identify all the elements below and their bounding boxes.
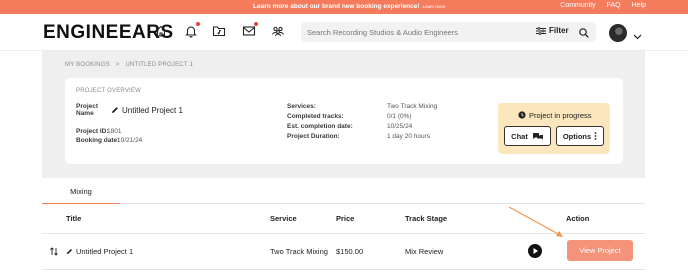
header-service: Service [270, 214, 297, 223]
project-duration-label: Project Duration: [287, 133, 340, 140]
bell-icon[interactable] [184, 22, 200, 38]
status-text: Project in progress [529, 111, 592, 120]
row-service: Two Track Mixing [270, 247, 328, 256]
learn-more-link[interactable]: Learn more [423, 4, 446, 9]
faq-link[interactable]: FAQ [607, 2, 621, 9]
project-id-label: Project ID: [76, 128, 109, 135]
breadcrumb-separator: > [115, 62, 120, 68]
search-input[interactable] [307, 25, 527, 39]
chat-icon [532, 132, 543, 139]
message-dot [254, 22, 258, 26]
header-price: Price [336, 214, 355, 223]
community-link[interactable]: Community [560, 2, 595, 9]
users-icon[interactable] [271, 24, 285, 38]
chat-label: Chat [511, 131, 528, 141]
row-title[interactable]: Untitled Project 1 [66, 247, 133, 256]
breadcrumb-my-bookings[interactable]: MY BOOKINGS [65, 62, 110, 68]
project-name-text: Untitled Project 1 [122, 106, 183, 115]
filter-button[interactable]: Filter [536, 26, 569, 35]
card-title: PROJECT OVERVIEW [76, 88, 141, 94]
announcement-bar: Learn more about our brand new booking e… [0, 0, 688, 14]
mail-icon[interactable] [242, 22, 258, 38]
chevron-down-icon[interactable] [633, 28, 642, 40]
est-completion-value: 10/25/24 [387, 123, 413, 130]
announcement[interactable]: Learn more about our brand new booking e… [253, 3, 446, 10]
avatar[interactable] [609, 24, 627, 42]
row-divider [42, 269, 645, 270]
breadcrumb: MY BOOKINGS > UNTITLED PROJECT 1 [65, 62, 193, 68]
filter-label: Filter [549, 26, 569, 35]
project-name[interactable]: Untitled Project 1 [111, 106, 183, 115]
breadcrumb-current: UNTITLED PROJECT 1 [125, 62, 193, 68]
services-label: Services: [287, 103, 316, 110]
sort-icon[interactable] [50, 247, 58, 256]
project-name-label: Project Name [76, 103, 99, 117]
tab-mixing-label: Mixing [70, 187, 92, 196]
home-icon[interactable] [154, 24, 168, 38]
search-bar: Filter [301, 22, 596, 42]
completed-tracks-value: 0/1 (0%) [387, 113, 412, 120]
top-links: Community FAQ Help [551, 2, 646, 9]
row-title-text: Untitled Project 1 [76, 247, 134, 256]
header-title: Title [66, 214, 82, 223]
status-badge: Project in progress [518, 111, 592, 120]
header-track-stage: Track Stage [405, 214, 448, 223]
notification-dot [196, 22, 200, 26]
completed-tracks-label: Completed tracks: [287, 113, 344, 120]
tab-bar: Mixing [42, 178, 645, 205]
tracks-table: Title Service Price Track Stage Action U… [42, 204, 645, 276]
options-button[interactable]: Options [556, 126, 604, 146]
filter-icon [536, 26, 546, 35]
booking-date: 10/21/24 [117, 137, 143, 144]
header-action: Action [566, 214, 590, 223]
music-folder-icon[interactable] [212, 24, 226, 38]
services-value: Two Track Mixing [387, 103, 438, 110]
pencil-icon [112, 107, 118, 113]
search-icon[interactable] [578, 26, 590, 38]
project-id: 1801 [107, 128, 122, 135]
play-icon[interactable] [528, 244, 542, 258]
est-completion-label: Est. completion date: [287, 123, 353, 130]
page-content: MY BOOKINGS > UNTITLED PROJECT 1 PROJECT O… [42, 51, 645, 178]
view-project-button[interactable]: View Project [567, 240, 633, 261]
row-track-stage: Mix Review [405, 247, 444, 256]
row-price: $150.00 [336, 247, 364, 256]
tab-mixing[interactable]: Mixing [42, 178, 120, 205]
more-vertical-icon [594, 132, 597, 140]
options-label: Options [562, 131, 592, 141]
announcement-text: Learn more about our brand new booking e… [253, 3, 420, 10]
project-duration-value: 1 day 20 hours [387, 133, 431, 140]
booking-date-label: Booking date: [76, 137, 120, 144]
status-box: Project in progress Chat Options [498, 103, 610, 154]
project-overview-card: PROJECT OVERVIEW Project Name Untitled P… [65, 78, 623, 164]
pencil-icon [66, 248, 73, 255]
header: ENGINEEARS Filter [0, 14, 688, 51]
help-link[interactable]: Help [632, 2, 646, 9]
chat-button[interactable]: Chat [504, 126, 551, 146]
clock-icon [518, 111, 526, 119]
header-divider [42, 233, 645, 234]
